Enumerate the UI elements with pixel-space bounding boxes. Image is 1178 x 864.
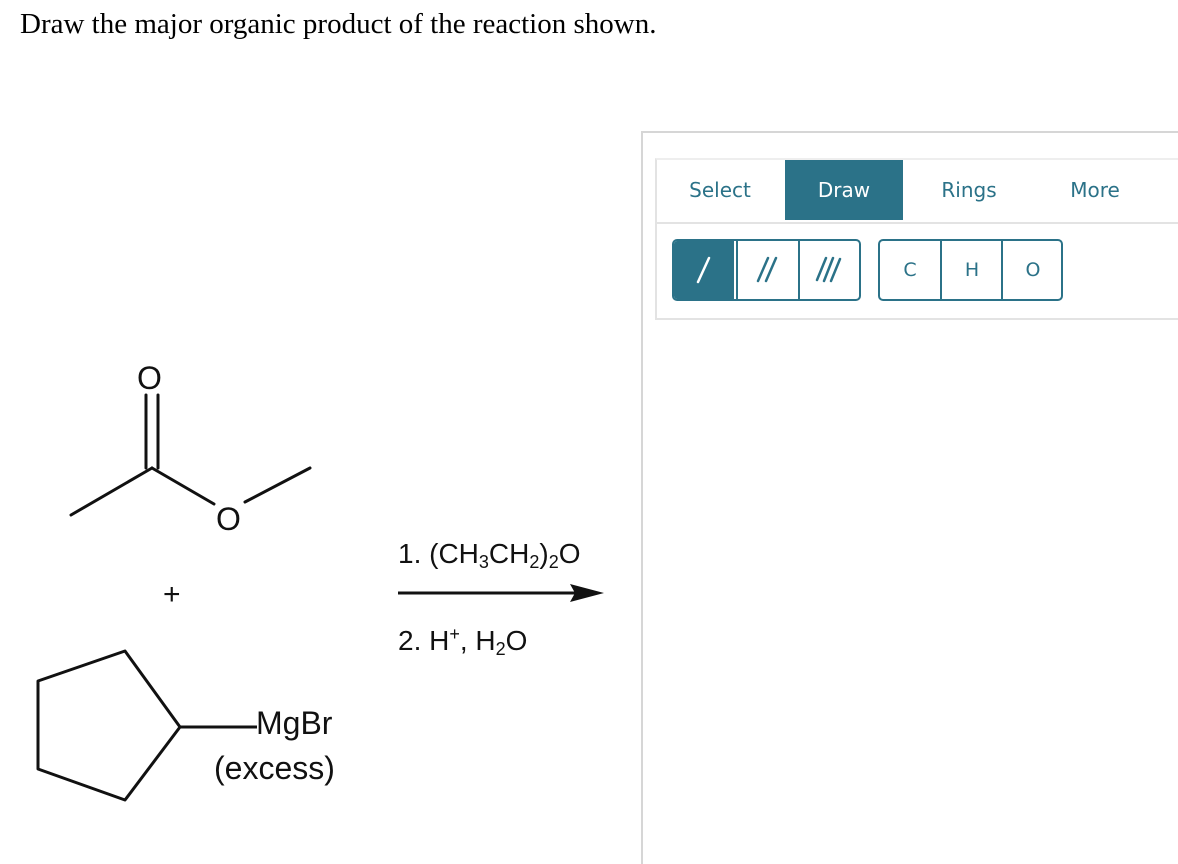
ether-oxygen-label: O (216, 501, 241, 537)
single-bond-button[interactable] (674, 241, 734, 299)
atom-tool-group: C H O (878, 239, 1063, 301)
reagent-step-2: 2. H+, H2O (398, 624, 528, 659)
methyl-acetate-structure (69, 393, 312, 517)
triple-bond-icon (815, 256, 842, 283)
editor-toolbar: Select Draw Rings More C H O (655, 158, 1178, 320)
tab-more[interactable]: More (1035, 160, 1155, 220)
atom-c-button[interactable]: C (880, 241, 940, 299)
mgbr-label: MgBr (256, 705, 333, 741)
carbonyl-oxygen-label: O (137, 360, 162, 396)
tab-draw[interactable]: Draw (785, 160, 903, 220)
reagent-step-1: 1. (CH3CH2)2O (398, 538, 581, 572)
double-bond-button[interactable] (736, 241, 798, 299)
atom-h-button[interactable]: H (940, 241, 1002, 299)
tab-rings[interactable]: Rings (907, 160, 1031, 220)
excess-label: (excess) (214, 750, 335, 786)
molecule-editor-canvas[interactable]: Select Draw Rings More C H O (641, 131, 1178, 864)
editor-tabs: Select Draw Rings More (657, 160, 1178, 224)
atom-o-button[interactable]: O (1001, 241, 1061, 299)
single-bond-icon (696, 256, 711, 284)
reaction-arrow (398, 584, 604, 602)
triple-bond-button[interactable] (798, 241, 859, 299)
bond-tool-group (672, 239, 861, 301)
plus-sign: + (163, 578, 181, 611)
tab-select[interactable]: Select (657, 160, 783, 220)
double-bond-icon (756, 256, 778, 283)
